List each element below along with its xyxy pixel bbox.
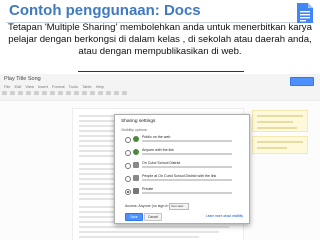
document-title[interactable]: Play Title Song (4, 76, 41, 82)
share-button[interactable] (290, 77, 314, 86)
visibility-label: Visibility options: (121, 128, 148, 132)
cancel-button[interactable]: Cancel (144, 213, 162, 221)
list-icon[interactable] (122, 91, 127, 95)
option-title: Public on the web (142, 135, 171, 139)
option-title: People at On Cuhd School District with t… (142, 174, 217, 178)
visibility-option-private[interactable]: Private (125, 187, 235, 199)
option-title: Private (142, 187, 154, 191)
menu-edit[interactable]: Edit (14, 84, 21, 89)
link-icon (133, 149, 139, 155)
visibility-option-domain-link[interactable]: People at On Cuhd School District with t… (125, 174, 235, 186)
globe-icon (133, 136, 139, 142)
underline-icon[interactable] (74, 91, 79, 95)
option-description (142, 179, 232, 181)
menu-help[interactable]: Help (96, 84, 104, 89)
text-color-icon[interactable] (82, 91, 87, 95)
option-description (142, 153, 232, 155)
zoom-select[interactable] (26, 91, 31, 95)
access-select[interactable]: Can view (169, 203, 189, 210)
bold-icon[interactable] (58, 91, 63, 95)
print-icon[interactable] (2, 91, 7, 95)
docs-screenshot: Play Title Song File Edit View Insert Fo… (0, 74, 320, 240)
radio-button[interactable] (125, 137, 131, 143)
save-button[interactable]: Save (125, 213, 143, 221)
redo-icon[interactable] (18, 91, 23, 95)
undo-icon[interactable] (10, 91, 15, 95)
radio-button-selected[interactable] (125, 189, 131, 195)
slide-caption: Tetapan 'Multiple Sharing' membolehkan a… (8, 22, 312, 58)
radio-button[interactable] (125, 163, 131, 169)
menu-bar: File Edit View Insert Format Tools Table… (4, 84, 104, 89)
caption-underline (78, 71, 244, 72)
option-description (142, 140, 232, 142)
menu-tools[interactable]: Tools (69, 84, 78, 89)
visibility-option-domain[interactable]: On Cuhd School District (125, 161, 235, 173)
align-left-icon[interactable] (106, 91, 111, 95)
menu-insert[interactable]: Insert (38, 84, 48, 89)
formatting-toolbar (2, 91, 127, 95)
slide-title: Contoh penggunaan: Docs (9, 2, 201, 19)
comment-icon[interactable] (98, 91, 103, 95)
lock-icon (133, 188, 139, 194)
menu-format[interactable]: Format (52, 84, 65, 89)
italic-icon[interactable] (66, 91, 71, 95)
align-center-icon[interactable] (114, 91, 119, 95)
docs-header: Play Title Song File Edit View Insert Fo… (0, 74, 320, 101)
radio-button[interactable] (125, 150, 131, 156)
link-icon[interactable] (90, 91, 95, 95)
option-title: On Cuhd School District (142, 161, 181, 165)
sharing-settings-dialog: Sharing settings Visibility options: Pub… (114, 114, 250, 224)
visibility-option-public[interactable]: Public on the web (125, 135, 235, 147)
visibility-option-link[interactable]: Anyone with the link (125, 148, 235, 160)
option-description (142, 192, 232, 194)
google-docs-icon (297, 3, 313, 23)
font-select[interactable] (42, 91, 47, 95)
option-description (142, 166, 232, 168)
size-select[interactable] (50, 91, 55, 95)
dialog-title: Sharing settings (121, 119, 156, 124)
building-icon (133, 162, 139, 168)
style-select[interactable] (34, 91, 39, 95)
option-title: Anyone with the link (142, 148, 174, 152)
menu-file[interactable]: File (4, 84, 10, 89)
radio-button[interactable] (125, 176, 131, 182)
building-link-icon (133, 175, 139, 181)
menu-table[interactable]: Table (82, 84, 92, 89)
learn-more-link[interactable]: Learn more about visibility (206, 214, 243, 218)
menu-view[interactable]: View (25, 84, 34, 89)
